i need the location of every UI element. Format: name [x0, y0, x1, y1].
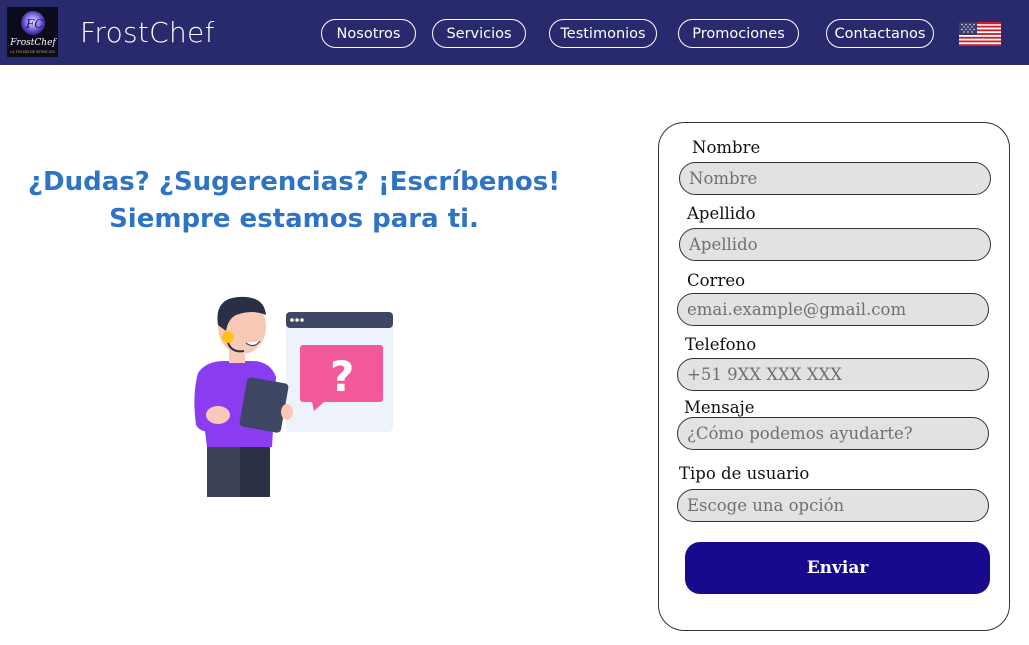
label-telefono: Telefono: [685, 335, 757, 354]
telefono-input[interactable]: [677, 358, 989, 391]
nav-contactanos-button[interactable]: Contactanos: [826, 19, 934, 48]
mensaje-input[interactable]: [677, 417, 989, 450]
headline-line-2: Siempre estamos para ti.: [109, 204, 479, 234]
contact-form: Nombre Apellido Correo Telefono Mensaje …: [658, 122, 1010, 631]
logo-text: FrostChef: [10, 38, 56, 48]
brand-name[interactable]: FrostChef: [80, 16, 215, 49]
nav-testimonios-button[interactable]: Testimonios: [549, 19, 657, 48]
top-navbar: FC FrostChef LA FUSIÓN DE SERVICIOS Fros…: [0, 0, 1029, 65]
contact-headline: ¿Dudas? ¿Sugerencias? ¡Escríbenos! Siemp…: [20, 164, 568, 238]
enviar-button[interactable]: Enviar: [685, 542, 990, 594]
logo-tagline: LA FUSIÓN DE SERVICIOS: [10, 50, 55, 54]
svg-text:?: ?: [330, 352, 354, 401]
nav-nosotros-button[interactable]: Nosotros: [321, 19, 416, 48]
svg-text:FC: FC: [25, 17, 44, 31]
label-mensaje: Mensaje: [684, 398, 755, 417]
apellido-input[interactable]: [679, 228, 991, 261]
support-agent-illustration: ?: [140, 265, 410, 520]
frostchef-logo[interactable]: FC FrostChef LA FUSIÓN DE SERVICIOS: [7, 7, 58, 57]
label-correo: Correo: [687, 271, 746, 290]
correo-input[interactable]: [677, 293, 989, 326]
nombre-input[interactable]: [679, 162, 991, 195]
label-apellido: Apellido: [687, 204, 756, 223]
us-flag-icon[interactable]: [959, 22, 1001, 51]
label-nombre: Nombre: [692, 138, 761, 157]
tipo-usuario-select[interactable]: [677, 489, 989, 522]
nav-servicios-button[interactable]: Servicios: [432, 19, 526, 48]
label-tipo-usuario: Tipo de usuario: [679, 464, 810, 483]
nav-promociones-button[interactable]: Promociones: [678, 19, 799, 48]
headline-line-1: ¿Dudas? ¿Sugerencias? ¡Escríbenos!: [27, 167, 561, 197]
